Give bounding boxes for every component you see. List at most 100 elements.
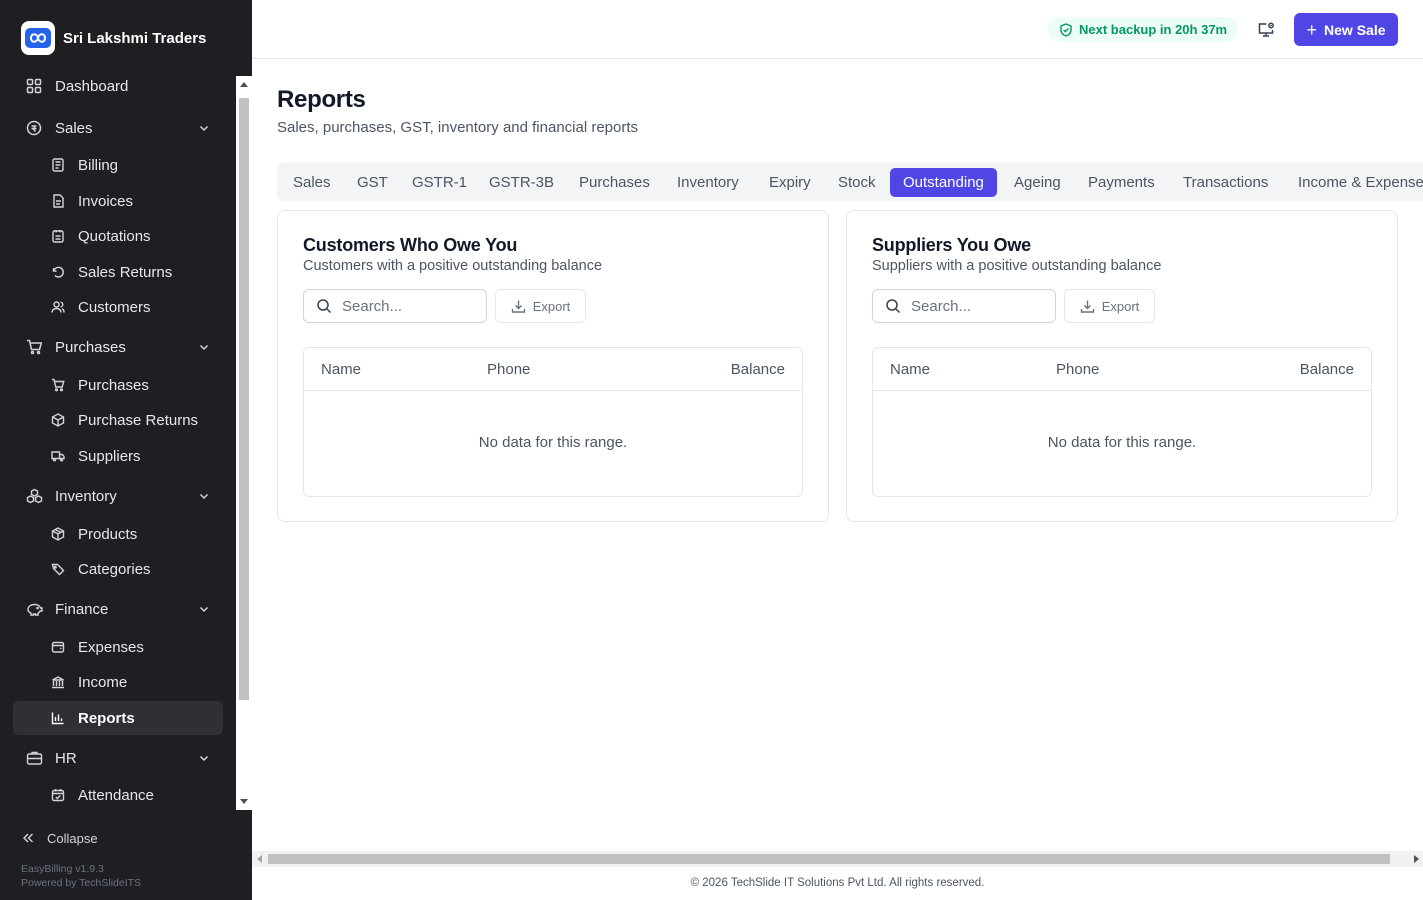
sidebar-item-categories[interactable]: Categories (13, 552, 223, 586)
sidebar-item-products[interactable]: Products (13, 517, 223, 551)
sidebar-item-label: Sales Returns (78, 263, 173, 281)
sidebar-item-customers[interactable]: Customers (13, 290, 223, 324)
sidebar-item-label: Quotations (78, 227, 151, 245)
brand[interactable]: Sri Lakshmi Traders (21, 21, 206, 55)
column-header-balance[interactable]: Balance (1300, 361, 1354, 378)
tab-expiry[interactable]: Expiry (756, 168, 824, 197)
sidebar-item-income[interactable]: Income (13, 665, 223, 699)
column-header-phone[interactable]: Phone (1056, 361, 1099, 378)
sidebar-item-label: Purchase Returns (78, 411, 199, 429)
monitor-button[interactable] (1254, 18, 1278, 42)
tab-gstr-3b[interactable]: GSTR-3B (476, 168, 567, 197)
search-placeholder: Search... (911, 297, 972, 315)
new-sale-button[interactable]: + New Sale (1294, 13, 1398, 46)
search-input[interactable]: Search... (303, 289, 487, 323)
sidebar-item-attendance[interactable]: Attendance (13, 778, 223, 810)
sidebar-item-quotations[interactable]: Quotations (13, 219, 223, 253)
sidebar-item-expenses[interactable]: Expenses (13, 630, 223, 664)
scroll-left-arrow-icon[interactable] (257, 855, 262, 863)
sidebar-item-label: Suppliers (78, 447, 141, 465)
scroll-down-arrow-icon[interactable] (240, 799, 248, 804)
empty-state-text: No data for this range. (1047, 434, 1197, 451)
collapse-button[interactable]: Collapse (21, 828, 98, 848)
sidebar-item-dashboard[interactable]: Dashboard (13, 69, 223, 103)
scrollbar-thumb[interactable] (239, 98, 249, 700)
tab-income-expense[interactable]: Income & Expense (1285, 168, 1423, 197)
column-header-balance[interactable]: Balance (731, 361, 785, 378)
chevron-down-icon[interactable] (197, 751, 211, 765)
sidebar-item-label: Finance (55, 600, 109, 618)
sidebar-group-purchases[interactable]: Purchases (13, 330, 223, 364)
data-table: Name Phone Balance No data for this rang… (303, 347, 803, 497)
return-icon (50, 264, 66, 280)
footer: © 2026 TechSlide IT Solutions Pvt Ltd. A… (690, 877, 985, 889)
sidebar-item-reports[interactable]: Reports (13, 701, 223, 735)
table-header: Name Phone Balance (873, 348, 1371, 391)
export-label: Export (532, 298, 571, 314)
sidebar-item-purchase-returns[interactable]: Purchase Returns (13, 403, 223, 437)
customers-owe-card: Customers Who Owe You Customers with a p… (277, 210, 829, 522)
page-title: Reports (277, 86, 366, 113)
tab-gst[interactable]: GST (344, 168, 401, 197)
scroll-right-arrow-icon[interactable] (1414, 855, 1419, 863)
chevron-down-icon[interactable] (197, 340, 211, 354)
sidebar-item-label: Purchases (78, 376, 149, 394)
column-header-name[interactable]: Name (321, 361, 361, 378)
column-header-name[interactable]: Name (890, 361, 930, 378)
brand-logo-icon (21, 21, 55, 55)
scrollbar-thumb[interactable] (268, 854, 1390, 864)
sidebar-group-hr[interactable]: HR (13, 741, 223, 775)
app-version: EasyBilling v1.9.3 Powered by TechSlideI… (21, 862, 141, 890)
bar-chart-icon (50, 710, 66, 726)
chevrons-left-icon (21, 831, 35, 845)
chevron-down-icon[interactable] (197, 489, 211, 503)
horizontal-scrollbar[interactable] (252, 851, 1423, 867)
invoice-icon (50, 193, 66, 209)
download-icon (511, 299, 526, 314)
chevron-down-icon[interactable] (197, 602, 211, 616)
tab-stock[interactable]: Stock (825, 168, 889, 197)
brand-name: Sri Lakshmi Traders (63, 29, 207, 47)
tab-outstanding[interactable]: Outstanding (890, 168, 997, 197)
collapse-label: Collapse (47, 830, 98, 846)
chevron-down-icon[interactable] (197, 121, 211, 135)
cart-icon (25, 338, 43, 356)
sidebar-group-finance[interactable]: Finance (13, 592, 223, 626)
tab-payments[interactable]: Payments (1075, 168, 1168, 197)
search-input[interactable]: Search... (872, 289, 1056, 323)
sidebar-item-billing[interactable]: Billing (13, 148, 223, 182)
sidebar-item-label: Expenses (78, 638, 144, 656)
search-icon (885, 298, 901, 314)
tab-inventory[interactable]: Inventory (664, 168, 752, 197)
tab-purchases[interactable]: Purchases (566, 168, 663, 197)
column-header-phone[interactable]: Phone (487, 361, 530, 378)
sidebar-group-inventory[interactable]: Inventory (13, 479, 223, 513)
scroll-up-arrow-icon[interactable] (240, 82, 248, 87)
page-subtitle: Sales, purchases, GST, inventory and fin… (277, 119, 639, 136)
bank-icon (50, 674, 66, 690)
tab-sales[interactable]: Sales (280, 168, 344, 197)
sidebar-item-label: Billing (78, 156, 119, 174)
tab-ageing[interactable]: Ageing (1001, 168, 1074, 197)
finance-icon (25, 600, 43, 618)
sidebar-item-sales-returns[interactable]: Sales Returns (13, 255, 223, 289)
calendar-icon (50, 787, 66, 803)
sidebar-item-label: Dashboard (55, 77, 129, 95)
sidebar-item-suppliers[interactable]: Suppliers (13, 439, 223, 473)
sidebar-group-sales[interactable]: Sales (13, 111, 223, 145)
card-title: Suppliers You Owe (872, 235, 1031, 255)
monitor-icon (1258, 22, 1274, 37)
sidebar-item-label: Inventory (55, 487, 117, 505)
version-text: EasyBilling v1.9.3 (21, 863, 104, 875)
sidebar-scrollbar[interactable] (236, 76, 252, 810)
cart-icon (50, 377, 66, 393)
export-button[interactable]: Export (495, 289, 586, 323)
sidebar-item-invoices[interactable]: Invoices (13, 184, 223, 218)
tab-transactions[interactable]: Transactions (1170, 168, 1281, 197)
export-button[interactable]: Export (1064, 289, 1155, 323)
sidebar-item-purchases[interactable]: Purchases (13, 368, 223, 402)
sidebar-item-label: Invoices (78, 192, 134, 210)
tab-gstr-1[interactable]: GSTR-1 (399, 168, 480, 197)
truck-icon (50, 448, 66, 464)
card-subtitle: Suppliers with a positive outstanding ba… (872, 258, 1162, 274)
